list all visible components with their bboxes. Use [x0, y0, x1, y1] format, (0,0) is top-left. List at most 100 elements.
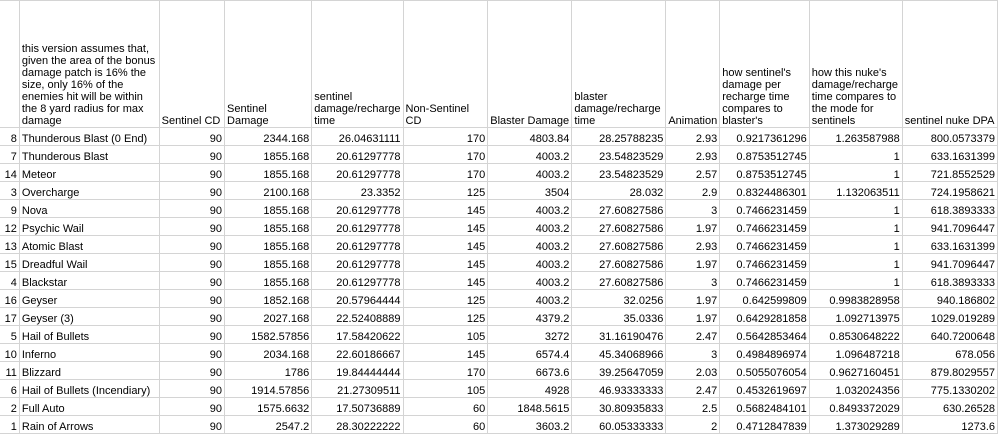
data-cell[interactable]: 2.93 — [665, 127, 721, 146]
data-cell[interactable]: 17.50736889 — [311, 397, 404, 416]
data-cell[interactable]: 3 — [665, 343, 721, 362]
data-cell[interactable]: 1.373029289 — [808, 415, 903, 434]
data-cell[interactable]: 941.7096447 — [901, 217, 999, 236]
data-cell[interactable]: 20.57964444 — [311, 289, 404, 308]
data-cell[interactable]: 17 — [0, 307, 20, 326]
data-cell[interactable]: 879.8029557 — [901, 361, 999, 380]
data-cell[interactable]: 28.032 — [571, 181, 667, 200]
data-cell[interactable]: 90 — [158, 307, 226, 326]
data-cell[interactable]: 20.61297778 — [311, 145, 404, 164]
data-cell[interactable]: 17.58420622 — [311, 325, 404, 344]
data-cell[interactable]: 0.8493372029 — [808, 397, 903, 416]
data-cell[interactable]: 90 — [158, 379, 226, 398]
data-cell[interactable]: 0.9627160451 — [808, 361, 903, 380]
data-cell[interactable]: 170 — [402, 145, 489, 164]
header-cell[interactable]: Sentinel Damage — [224, 0, 313, 128]
data-cell[interactable]: 800.0573379 — [901, 127, 999, 146]
header-cell[interactable]: sentinel damage/recharge time — [311, 0, 404, 128]
data-cell[interactable]: 170 — [402, 361, 489, 380]
data-cell[interactable]: 105 — [402, 379, 489, 398]
data-cell[interactable]: 90 — [158, 289, 226, 308]
data-cell[interactable]: 1855.168 — [224, 199, 313, 218]
data-cell[interactable]: 28.25788235 — [571, 127, 667, 146]
data-cell[interactable]: 1.096487218 — [808, 343, 903, 362]
data-cell[interactable]: 1.97 — [665, 289, 721, 308]
data-cell[interactable]: 90 — [158, 271, 226, 290]
data-cell[interactable]: 27.60827586 — [571, 235, 667, 254]
data-cell[interactable]: 3504 — [487, 181, 573, 200]
data-cell[interactable]: 0.4532619697 — [719, 379, 810, 398]
data-cell[interactable]: 5 — [0, 325, 20, 344]
data-cell[interactable]: 11 — [0, 361, 20, 380]
data-cell[interactable]: 1273.6 — [901, 415, 999, 434]
data-cell[interactable]: 0.5642853464 — [719, 325, 810, 344]
power-name-cell[interactable]: Full Auto — [18, 397, 160, 416]
data-cell[interactable]: 27.60827586 — [571, 253, 667, 272]
data-cell[interactable]: 90 — [158, 163, 226, 182]
data-cell[interactable]: 145 — [402, 199, 489, 218]
data-cell[interactable]: 2.93 — [665, 145, 721, 164]
data-cell[interactable]: 125 — [402, 307, 489, 326]
data-cell[interactable]: 1 — [0, 415, 20, 434]
data-cell[interactable]: 678.056 — [901, 343, 999, 362]
data-cell[interactable]: 125 — [402, 289, 489, 308]
data-cell[interactable]: 90 — [158, 343, 226, 362]
data-cell[interactable]: 3272 — [487, 325, 573, 344]
data-cell[interactable]: 2547.2 — [224, 415, 313, 434]
data-cell[interactable]: 721.8552529 — [901, 163, 999, 182]
data-cell[interactable]: 4 — [0, 271, 20, 290]
data-cell[interactable]: 4003.2 — [487, 235, 573, 254]
data-cell[interactable]: 941.7096447 — [901, 253, 999, 272]
data-cell[interactable]: 2 — [0, 397, 20, 416]
data-cell[interactable]: 0.4984896974 — [719, 343, 810, 362]
data-cell[interactable]: 39.25647059 — [571, 361, 667, 380]
data-cell[interactable]: 90 — [158, 127, 226, 146]
data-cell[interactable]: 1 — [808, 253, 903, 272]
data-cell[interactable]: 640.7200648 — [901, 325, 999, 344]
data-cell[interactable]: 0.7466231459 — [719, 253, 810, 272]
data-cell[interactable]: 0.7466231459 — [719, 199, 810, 218]
data-cell[interactable]: 2034.168 — [224, 343, 313, 362]
data-cell[interactable]: 0.642599809 — [719, 289, 810, 308]
data-cell[interactable]: 3 — [665, 199, 721, 218]
data-cell[interactable]: 21.27309511 — [311, 379, 404, 398]
data-cell[interactable]: 145 — [402, 235, 489, 254]
data-cell[interactable]: 1.97 — [665, 307, 721, 326]
data-cell[interactable]: 2027.168 — [224, 307, 313, 326]
data-cell[interactable]: 1855.168 — [224, 235, 313, 254]
data-cell[interactable]: 1029.019289 — [901, 307, 999, 326]
data-cell[interactable]: 23.54823529 — [571, 145, 667, 164]
data-cell[interactable]: 90 — [158, 199, 226, 218]
header-cell[interactable]: how this nuke's damage/recharge time com… — [808, 0, 903, 128]
data-cell[interactable]: 724.1958621 — [901, 181, 999, 200]
data-cell[interactable]: 46.93333333 — [571, 379, 667, 398]
data-cell[interactable]: 1582.57856 — [224, 325, 313, 344]
data-cell[interactable]: 90 — [158, 253, 226, 272]
data-cell[interactable]: 0.8324486301 — [719, 181, 810, 200]
data-cell[interactable]: 0.5055076054 — [719, 361, 810, 380]
data-cell[interactable]: 90 — [158, 145, 226, 164]
data-cell[interactable]: 90 — [158, 397, 226, 416]
data-cell[interactable]: 1914.57856 — [224, 379, 313, 398]
data-cell[interactable]: 145 — [402, 253, 489, 272]
power-name-cell[interactable]: Thunderous Blast (0 End) — [18, 127, 160, 146]
data-cell[interactable]: 1.132063511 — [808, 181, 903, 200]
data-cell[interactable]: 2.93 — [665, 235, 721, 254]
data-cell[interactable]: 16 — [0, 289, 20, 308]
data-cell[interactable]: 1 — [808, 235, 903, 254]
data-cell[interactable]: 0.8753512745 — [719, 145, 810, 164]
data-cell[interactable]: 940.186802 — [901, 289, 999, 308]
data-cell[interactable]: 2.9 — [665, 181, 721, 200]
data-cell[interactable]: 14 — [0, 163, 20, 182]
data-cell[interactable]: 105 — [402, 325, 489, 344]
data-cell[interactable]: 1 — [808, 217, 903, 236]
data-cell[interactable]: 9 — [0, 199, 20, 218]
data-cell[interactable]: 20.61297778 — [311, 235, 404, 254]
data-cell[interactable]: 1 — [808, 271, 903, 290]
data-cell[interactable]: 1855.168 — [224, 253, 313, 272]
header-cell[interactable]: this version assumes that, given the are… — [18, 0, 160, 128]
data-cell[interactable]: 90 — [158, 361, 226, 380]
data-cell[interactable]: 1852.168 — [224, 289, 313, 308]
data-cell[interactable]: 60 — [402, 415, 489, 434]
data-cell[interactable]: 20.61297778 — [311, 163, 404, 182]
